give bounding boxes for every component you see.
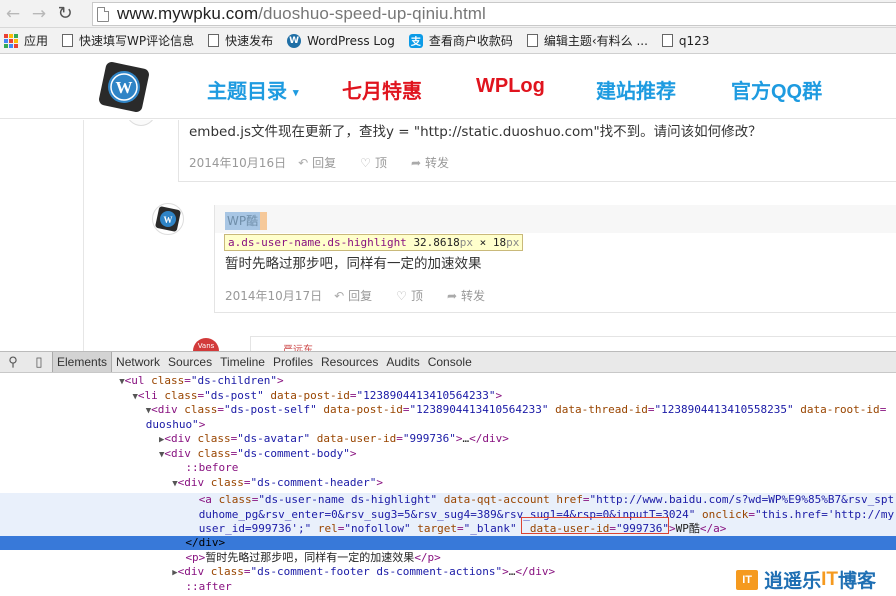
device-mode-icon[interactable]: ▯ bbox=[26, 354, 52, 370]
menu-july-deal[interactable]: 七月特惠 bbox=[342, 75, 422, 104]
tab-elements[interactable]: Elements bbox=[52, 352, 113, 372]
inspect-search-icon[interactable]: ⚲ bbox=[0, 354, 26, 370]
page-icon bbox=[661, 34, 673, 47]
dom-node[interactable]: ▶<div class="ds-avatar" data-user-id="99… bbox=[0, 432, 896, 447]
dom-node[interactable]: duoshuo"> bbox=[0, 418, 896, 433]
reply-icon: ↶ bbox=[298, 156, 309, 170]
reload-button[interactable]: ↻ bbox=[52, 1, 78, 27]
avatar[interactable]: Vans bbox=[193, 338, 219, 351]
element-inspect-tooltip: a.ds-user-name.ds-highlight 32.8618px × … bbox=[224, 234, 524, 251]
page-icon bbox=[97, 6, 109, 22]
comment-author-link[interactable]: WP酷 bbox=[225, 212, 261, 230]
tab-timeline[interactable]: Timeline bbox=[216, 352, 269, 372]
forward-button[interactable]: → bbox=[26, 1, 52, 27]
tab-sources[interactable]: Sources bbox=[164, 352, 216, 372]
comment-text: embed.js文件现在更新了，查找y = "http://static.duo… bbox=[189, 124, 762, 140]
avatar[interactable]: W bbox=[152, 203, 184, 235]
dom-node[interactable]: ▼<div class="ds-comment-body"> bbox=[0, 447, 896, 462]
watermark-logo: IT 逍遥乐 IT 博客 bbox=[736, 566, 876, 593]
dom-node-selected[interactable]: </div> bbox=[0, 536, 896, 551]
bookmark-item[interactable]: q123 bbox=[661, 34, 709, 48]
bookmark-item[interactable]: W WordPress Log bbox=[287, 33, 395, 48]
tab-console[interactable]: Console bbox=[424, 352, 476, 372]
tab-audits[interactable]: Audits bbox=[382, 352, 423, 372]
url-text: www.mywpku.com/duoshuo-speed-up-qiniu.ht… bbox=[117, 4, 486, 23]
comment-footer: 2014年10月16日 ↶ 回复 ♡ 顶 ➦ 转发 bbox=[189, 154, 473, 171]
reply-button[interactable]: ↶ 回复 bbox=[298, 154, 348, 171]
heart-icon: ♡ bbox=[360, 156, 371, 170]
reply-button[interactable]: ↶ 回复 bbox=[334, 287, 384, 304]
dom-node[interactable]: <a class="ds-user-name ds-highlight" dat… bbox=[0, 493, 896, 508]
apps-grid-icon bbox=[4, 33, 18, 48]
avatar bbox=[126, 120, 156, 126]
page-icon bbox=[62, 34, 74, 47]
dom-node[interactable]: ::before bbox=[0, 461, 896, 476]
dom-node[interactable]: ▼<li class="ds-post" data-post-id="12389… bbox=[0, 389, 896, 404]
site-logo-icon: IT bbox=[736, 569, 759, 590]
dom-node[interactable]: <p>暂时先略过那步吧，同样有一定的加速效果</p> bbox=[0, 551, 896, 566]
comment-text: 暂时先略过那步吧，同样有一定的加速效果 bbox=[225, 256, 482, 272]
dom-node[interactable]: ▼<div class="ds-post-self" data-post-id=… bbox=[0, 403, 896, 418]
bookmark-item[interactable]: 编辑主题‹有料么 ... bbox=[526, 32, 648, 49]
like-button[interactable]: ♡ 顶 bbox=[360, 154, 399, 171]
comment: 严远东 bbox=[250, 336, 896, 351]
comment-date: 2014年10月17日 bbox=[225, 289, 323, 303]
menu-wplog[interactable]: WPLog bbox=[476, 75, 545, 98]
site-header: W 主题目录 ▾ 七月特惠 WPLog 建站推荐 官方QQ群 bbox=[0, 55, 896, 119]
menu-theme-catalog[interactable]: 主题目录 ▾ bbox=[207, 75, 299, 104]
dom-node[interactable]: ▼<ul class="ds-children"> bbox=[0, 374, 896, 389]
comment: embed.js文件现在更新了，查找y = "http://static.duo… bbox=[178, 120, 896, 182]
dom-node[interactable]: user_id=999736';" rel="nofollow" target=… bbox=[0, 522, 896, 537]
alipay-icon: 支 bbox=[408, 33, 423, 48]
bookmark-item[interactable]: 快速填写WP评论信息 bbox=[62, 32, 194, 49]
share-button[interactable]: ➦ 转发 bbox=[447, 287, 497, 304]
address-bar[interactable]: www.mywpku.com/duoshuo-speed-up-qiniu.ht… bbox=[92, 2, 896, 26]
dom-tree[interactable]: ▼<ul class="ds-children"> ▼<li class="ds… bbox=[0, 373, 896, 596]
page-icon bbox=[208, 34, 220, 47]
share-icon: ➦ bbox=[410, 156, 422, 170]
devtools-tabbar: ⚲ ▯ Elements Network Sources Timeline Pr… bbox=[0, 351, 896, 373]
dom-node[interactable]: duhome_pg&rsv_enter=0&rsv_sug3=5&rsv_sug… bbox=[0, 508, 896, 523]
like-button[interactable]: ♡ 顶 bbox=[396, 287, 435, 304]
svg-text:W: W bbox=[116, 78, 133, 97]
menu-qq-group[interactable]: 官方QQ群 bbox=[731, 75, 822, 104]
comment-footer: 2014年10月17日 ↶ 回复 ♡ 顶 ➦ 转发 bbox=[225, 287, 509, 304]
wordpress-icon: W bbox=[287, 33, 302, 48]
bookmark-apps[interactable]: 应用 bbox=[4, 32, 48, 49]
reply-icon: ↶ bbox=[334, 289, 345, 303]
dom-node[interactable]: ▼<div class="ds-comment-header"> bbox=[0, 476, 896, 491]
svg-text:W: W bbox=[164, 215, 173, 225]
share-icon: ➦ bbox=[446, 289, 458, 303]
tab-network[interactable]: Network bbox=[112, 352, 164, 372]
site-logo[interactable]: W bbox=[96, 59, 152, 115]
menu-site-recommend[interactable]: 建站推荐 bbox=[596, 75, 676, 104]
tab-resources[interactable]: Resources bbox=[317, 352, 382, 372]
bookmarks-bar: 应用 快速填写WP评论信息 快速发布 W WordPress Log 支查看商户收… bbox=[0, 28, 896, 54]
heart-icon: ♡ bbox=[396, 289, 407, 303]
annotation-highlight-box bbox=[521, 517, 669, 534]
bookmark-item[interactable]: 支查看商户收款码 bbox=[408, 32, 513, 49]
tab-profiles[interactable]: Profiles bbox=[269, 352, 317, 372]
bookmark-item[interactable]: 快速发布 bbox=[208, 32, 273, 49]
chevron-down-icon: ▾ bbox=[293, 87, 299, 100]
browser-toolbar: ← → ↻ www.mywpku.com/duoshuo-speed-up-qi… bbox=[0, 0, 896, 28]
comment-header bbox=[215, 205, 896, 233]
page-icon bbox=[526, 34, 538, 47]
comment-date: 2014年10月16日 bbox=[189, 156, 287, 170]
back-button[interactable]: ← bbox=[0, 1, 26, 27]
comment-author-link[interactable]: 严远东 bbox=[283, 341, 313, 351]
comment: WP酷 暂时先略过那步吧，同样有一定的加速效果 2014年10月17日 ↶ 回复 … bbox=[214, 205, 896, 313]
share-button[interactable]: ➦ 转发 bbox=[411, 154, 461, 171]
